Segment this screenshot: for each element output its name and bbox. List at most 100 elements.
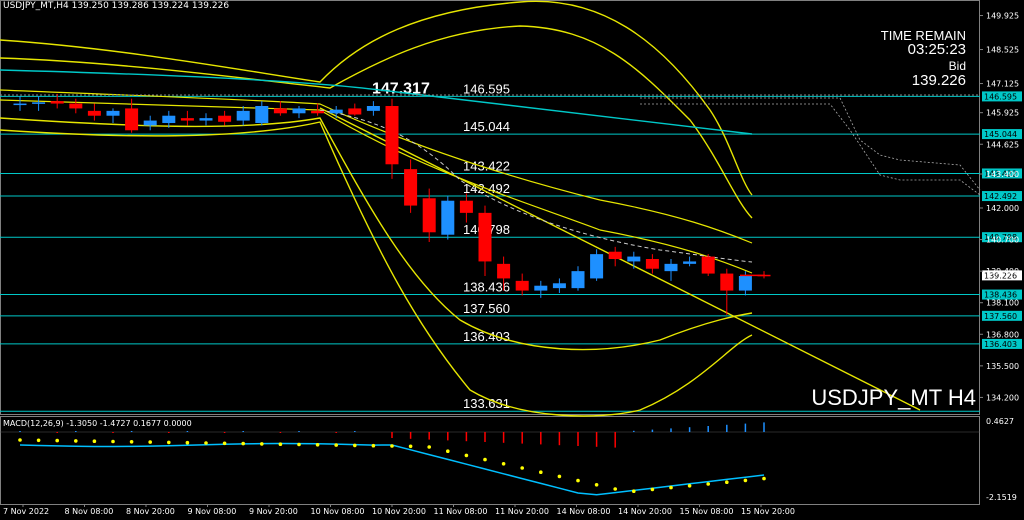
y-tick-label: 145.925 [986,109,1019,118]
candle-body [645,259,659,269]
macd-signal-dot [129,440,134,444]
x-tick-label: 15 Nov 20:00 [741,507,795,516]
macd-signal-dot [557,474,562,479]
candle-body [664,263,678,272]
x-tick-label: 14 Nov 20:00 [618,507,672,516]
macd-signal-dot [390,444,394,448]
candle-body [218,115,232,122]
macd-signal-dot [55,438,59,443]
macd-signal-dot [539,470,543,475]
candle-body [515,280,529,291]
x-tick-label: 11 Nov 20:00 [495,507,549,516]
y-tick-label: 148.525 [986,46,1019,55]
y-tick-label: 143.400 [986,170,1019,179]
candle-body [497,263,511,279]
x-tick-label: 9 Nov 20:00 [249,507,298,516]
candle-body [422,198,436,233]
macd-signal-dot [371,443,376,448]
y-tick-label: 149.925 [986,12,1019,21]
candle-body [162,115,176,123]
price-level-label: 143.422 [463,158,510,173]
price-level-label: 145.044 [463,119,510,134]
macd-signal-dot [222,441,227,446]
macd-signal-dot [260,442,264,446]
candle-body [50,101,64,104]
macd-signal-dot [18,438,22,442]
y-tick-label: 140.700 [986,236,1019,245]
price-chart[interactable]: 146.595 146.595 145.044 145.044 143.422 143.4… [0,0,1024,520]
macd-bottom-tick: -2.1519 [986,493,1017,502]
macd-signal-dot [148,440,152,444]
macd-signal-dot [743,478,748,483]
macd-signal-dot [632,489,636,494]
macd-signal-dot [74,439,78,443]
macd-signal-dot [725,480,729,485]
candle-body [292,108,306,114]
symbol-header: USDJPY_MT,H4 139.250 139.286 139.224 139… [3,1,230,11]
candle-body [720,273,734,291]
macd-signal-dot [297,442,301,447]
macd-indicator: 0.4627 -2.1519 [0,417,1017,502]
candle-body [738,276,752,291]
macd-signal-dot [92,439,97,444]
x-tick-label: 11 Nov 08:00 [434,507,488,516]
macd-signal-dot [427,445,432,449]
candle-body [143,120,157,126]
x-tick-label: 7 Nov 2022 [3,507,49,516]
y-tick-label: 142.000 [986,204,1019,213]
candle-body [32,102,46,104]
candle-body [441,200,455,235]
candle-body [199,118,213,121]
macd-signal-dot [204,441,208,445]
macd-label: MACD(12,26,9) -1.3050 -1.4727 0.1677 0.0… [3,419,192,428]
price-panel-frame [0,0,980,415]
macd-panel-frame [0,416,980,505]
price-level-tag-text: 145.044 [984,130,1017,139]
bid-value: 139.226 [911,72,966,89]
bid-label: Bid [948,59,966,73]
price-level-label: 138.436 [463,280,510,295]
price-level-label: 136.403 [463,329,510,344]
macd-signal-dot [762,476,766,481]
macd-line [19,442,765,496]
candle-body [329,109,343,114]
macd-signal-dot [576,478,580,483]
x-tick-label: 14 Nov 08:00 [557,507,611,516]
macd-signal-dot [520,466,524,470]
candle-body [69,103,83,109]
candle-body [311,110,325,114]
macd-signal-dot [353,443,357,448]
candle-body [385,106,399,165]
y-tick-label: 134.200 [986,393,1019,402]
macd-signal-dot [241,441,245,446]
candle-body [571,271,585,289]
macd-top-tick: 0.4627 [986,417,1014,426]
candle-body [478,212,492,262]
macd-signal-dot [650,487,655,492]
y-tick-label: 136.800 [986,330,1019,339]
candle-body [87,110,101,116]
candle-body [459,200,473,213]
x-tick-label: 15 Nov 08:00 [680,507,734,516]
macd-signal-dot [408,444,413,449]
macd-signal-dot [483,457,487,462]
price-level-tag-text: 146.595 [984,92,1017,101]
macd-signal-dot [315,443,320,447]
macd-signal-dot [36,438,41,443]
macd-signal-dot [278,442,283,447]
macd-signal-dot [613,487,617,491]
price-level-label: 137.560 [463,301,510,316]
macd-signal-dot [111,439,115,444]
price-level-tag-text: 136.403 [984,340,1017,349]
macd-signal-dot [167,440,171,445]
symbol-watermark: USDJPY_MT H4 [811,385,976,410]
macd-signal-dot [185,440,190,445]
candle-body [366,106,380,111]
y-tick-label: 138.100 [986,299,1019,308]
price-level-tag-text: 137.560 [984,312,1017,321]
candle-body [13,103,27,106]
candle-body [125,108,139,131]
price-level-label: 146.595 [463,81,510,96]
x-tick-label: 8 Nov 08:00 [65,507,114,516]
candle-body [348,108,362,115]
